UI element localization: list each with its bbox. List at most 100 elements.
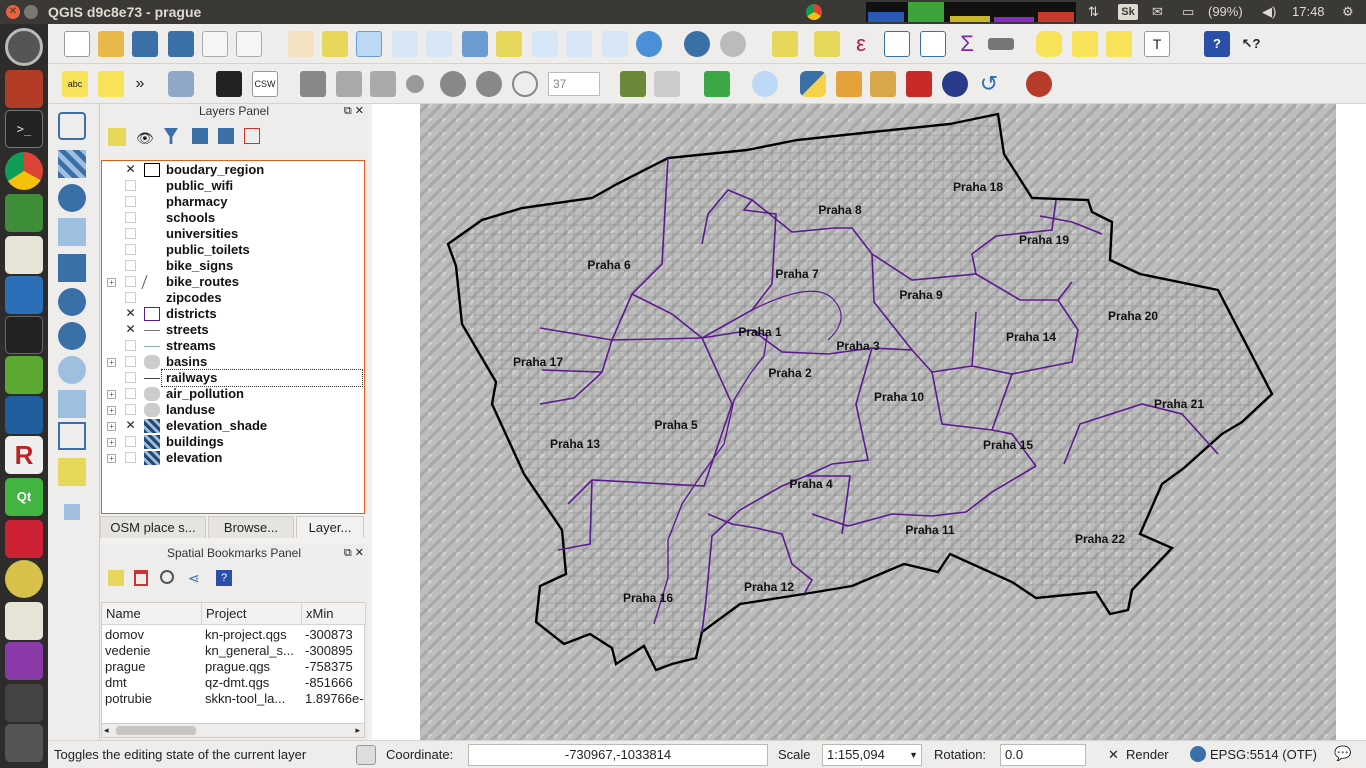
pan-hand-icon[interactable] [288, 31, 314, 57]
mail-icon[interactable]: ✉ [1152, 4, 1163, 20]
zoom-layer-icon[interactable] [532, 31, 558, 57]
crs-label[interactable]: EPSG:5514 (OTF) [1210, 747, 1317, 762]
layer-row-public-wifi[interactable]: public_wifi [102, 178, 364, 194]
rotation-spinbox[interactable]: 0.0 [1000, 744, 1086, 766]
layer-visibility-checkbox[interactable] [125, 180, 136, 191]
layer-visibility-checkbox[interactable]: ✕ [125, 419, 136, 431]
bookmark-name-cell[interactable]: dmt [102, 675, 202, 691]
zoom-actual-icon[interactable] [426, 31, 452, 57]
add-postgis-layer-icon[interactable] [58, 184, 86, 212]
layer-row-landuse[interactable]: + landuse [102, 402, 364, 418]
close-window-button[interactable]: ✕ [6, 5, 20, 19]
app-purple-icon[interactable] [5, 642, 43, 680]
add-wms-layer-icon[interactable] [58, 288, 86, 316]
csw-icon[interactable]: CSW [252, 71, 278, 97]
app-green-icon[interactable] [5, 194, 43, 232]
new-spatialite-icon[interactable] [58, 458, 86, 486]
layer-row-schools[interactable]: schools [102, 210, 364, 226]
battery-icon[interactable]: ▭ [1182, 4, 1194, 20]
expand-toggle-icon[interactable] [107, 294, 116, 303]
bookmark-xmin-cell[interactable]: 1.89766e- [302, 691, 364, 707]
layer-row-air-pollution[interactable]: + air_pollution [102, 386, 364, 402]
delete-bookmark-icon[interactable] [134, 570, 148, 586]
add-vector-layer-icon[interactable] [58, 112, 86, 140]
plugin-red-icon[interactable] [1026, 71, 1052, 97]
expand-toggle-icon[interactable]: + [107, 390, 116, 399]
expand-toggle-icon[interactable]: + [107, 454, 116, 463]
zoom-to-bookmark-icon[interactable] [160, 570, 174, 584]
map-tips-icon[interactable] [1036, 31, 1062, 57]
layer-visibility-checkbox[interactable]: ✕ [125, 307, 136, 319]
zoom-selection-icon[interactable] [496, 31, 522, 57]
chrome-icon[interactable] [5, 152, 43, 190]
expression-epsilon-icon[interactable]: ε [848, 31, 874, 57]
layer-row-boudary-region[interactable]: ✕ boudary_region [102, 162, 364, 178]
app-dark-icon[interactable] [5, 316, 43, 354]
tab-layers[interactable]: Layer... [296, 516, 364, 538]
layer-row-universities[interactable]: universities [102, 226, 364, 242]
composer-manager-icon[interactable] [236, 31, 262, 57]
identify-icon[interactable] [684, 31, 710, 57]
bookmark-project-cell[interactable]: skkn-tool_la... [202, 691, 302, 707]
text-editor-icon[interactable] [5, 236, 43, 274]
layer-visibility-checkbox[interactable] [125, 452, 136, 463]
app-red-web-icon[interactable] [5, 520, 43, 558]
expand-toggle-icon[interactable]: + [107, 278, 116, 287]
layer-visibility-checkbox[interactable] [125, 388, 136, 399]
bookmark-project-cell[interactable]: kn-project.qgs [202, 627, 302, 643]
spiral-icon[interactable] [512, 71, 538, 97]
chrome-tray-icon[interactable] [806, 4, 822, 20]
tab-browser[interactable]: Browse... [208, 516, 294, 538]
layout-plugin-icon[interactable] [906, 71, 932, 97]
digitize-square-icon[interactable] [300, 71, 326, 97]
new-project-icon[interactable] [64, 31, 90, 57]
layer-row-elevation[interactable]: + elevation [102, 450, 364, 466]
add-raster-layer-icon[interactable] [58, 150, 86, 178]
label-layer-icon[interactable] [98, 71, 124, 97]
settings-gear-icon[interactable]: ⚙ [1342, 4, 1354, 20]
toolbar-overflow-button[interactable]: » [132, 71, 148, 97]
expand-toggle-icon[interactable]: + [107, 422, 116, 431]
app-emacs-icon[interactable] [5, 602, 43, 640]
layer-row-zipcodes[interactable]: zipcodes [102, 290, 364, 306]
expand-toggle-icon[interactable] [107, 230, 116, 239]
bookmark-xmin-cell[interactable]: -758375 [302, 659, 364, 675]
layer-visibility-checkbox[interactable] [125, 340, 136, 351]
expand-toggle-icon[interactable] [107, 342, 116, 351]
actions-gear-icon[interactable] [720, 31, 746, 57]
layer-visibility-checkbox[interactable] [125, 356, 136, 367]
statistics-sigma-icon[interactable]: Σ [954, 31, 980, 57]
qgis-icon[interactable] [5, 356, 43, 394]
circle-point-icon[interactable] [406, 75, 424, 93]
layer-row-bike-signs[interactable]: bike_signs [102, 258, 364, 274]
expand-toggle-icon[interactable] [107, 182, 116, 191]
files-icon[interactable] [5, 70, 43, 108]
field-calculator-icon[interactable] [920, 31, 946, 57]
select-features-icon[interactable] [772, 31, 798, 57]
python-icon[interactable] [800, 71, 826, 97]
add-mssql-layer-icon[interactable] [58, 254, 86, 282]
expand-toggle-icon[interactable] [107, 310, 116, 319]
new-print-composer-icon[interactable] [202, 31, 228, 57]
expand-toggle-icon[interactable] [107, 326, 116, 335]
map-canvas[interactable]: Praha 1 Praha 2 Praha 3 Praha 4 Praha 5 Praha… [372, 104, 1366, 740]
bookmark-name-cell[interactable]: vedenie [102, 643, 202, 659]
network-updown-icon[interactable]: ⇅ [1088, 4, 1099, 20]
segments-spinbox[interactable]: 37 [548, 72, 600, 96]
zoom-last-icon[interactable] [566, 31, 592, 57]
bookmark-name-cell[interactable]: domov [102, 627, 202, 643]
add-placemark-icon[interactable] [704, 71, 730, 97]
layer-row-districts[interactable]: ✕ districts [102, 306, 364, 322]
layers-panel-float-close[interactable]: ⧉ ✕ [344, 104, 364, 118]
expand-toggle-icon[interactable] [107, 166, 116, 175]
expand-toggle-icon[interactable] [107, 246, 116, 255]
expand-toggle-icon[interactable]: + [107, 358, 116, 367]
add-spatialite-layer-icon[interactable] [58, 218, 86, 246]
refresh-icon[interactable] [636, 31, 662, 57]
column-header-name[interactable]: Name [102, 603, 202, 625]
column-header-xmin[interactable]: xMin [302, 603, 366, 625]
deselect-icon[interactable] [814, 31, 840, 57]
share-bookmark-icon[interactable]: ⋖ [188, 570, 200, 587]
bookmarks-table[interactable]: Name Project xMin domov kn-project.qgs -30… [101, 602, 366, 738]
coordinate-toggle-icon[interactable] [356, 745, 376, 765]
